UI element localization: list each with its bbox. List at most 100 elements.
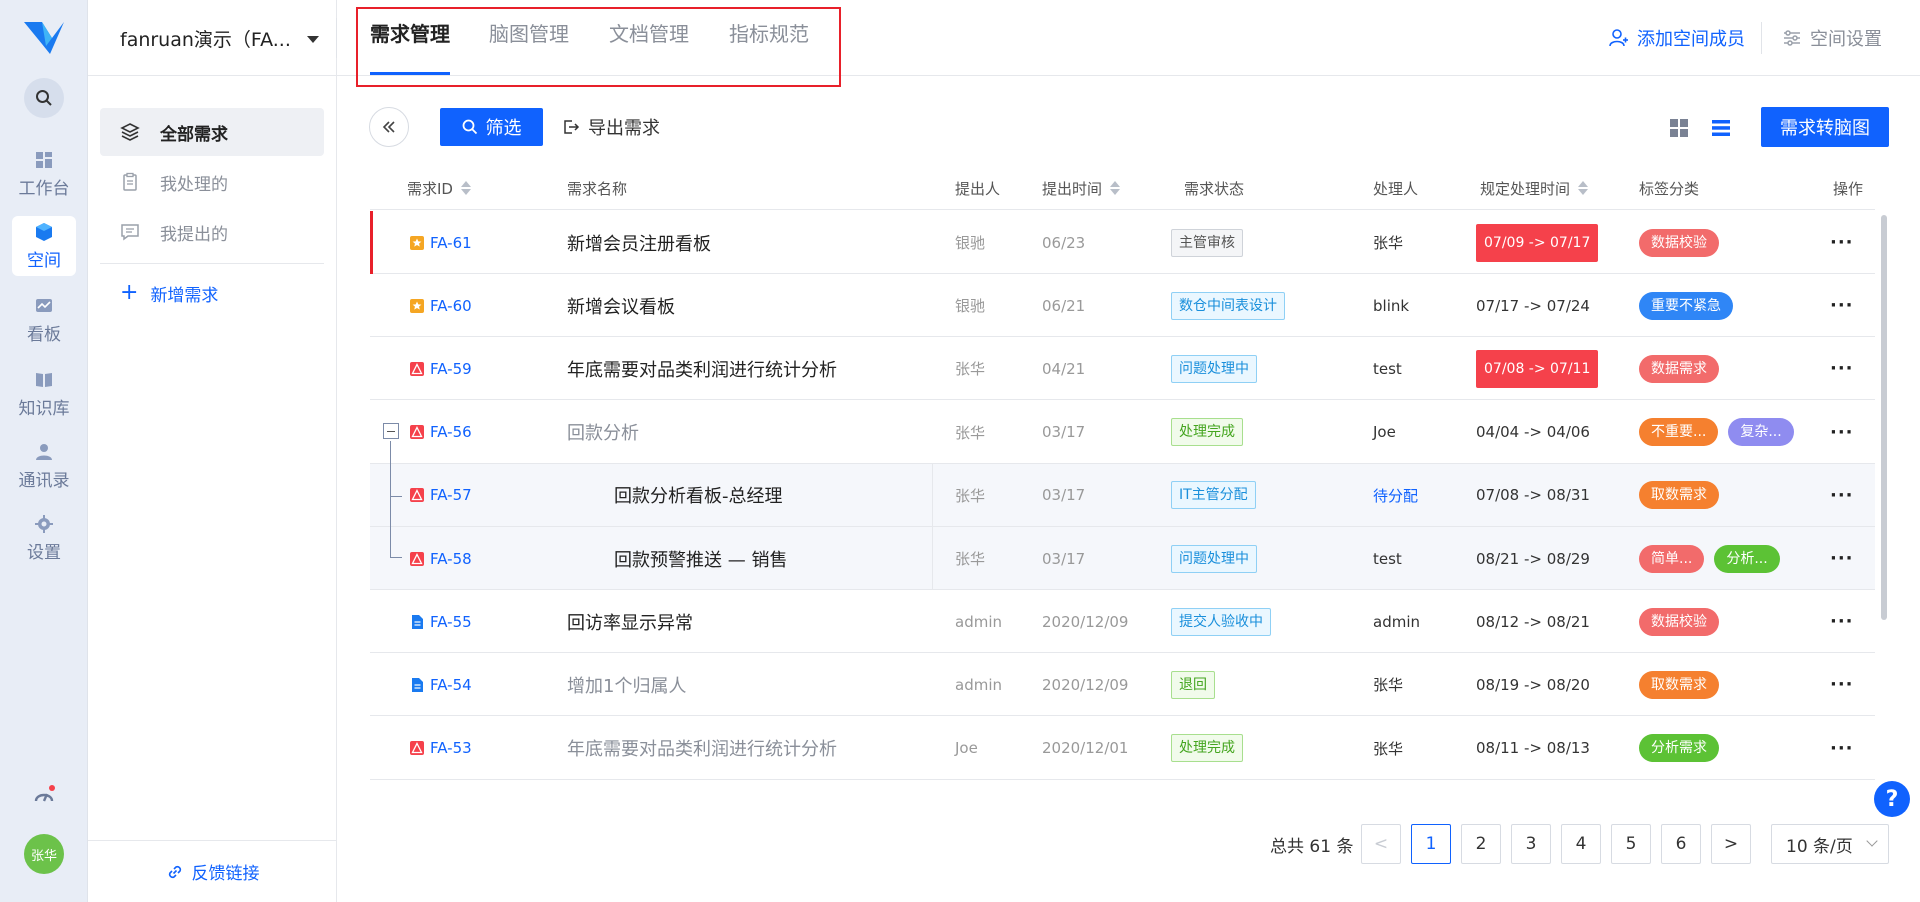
table-scrollbar[interactable]: [1881, 215, 1887, 620]
requirement-id[interactable]: FA-61: [410, 211, 472, 274]
rail-item-knowledge[interactable]: 知识库: [12, 364, 76, 424]
requirement-name[interactable]: 年底需要对品类利润进行统计分析: [567, 717, 837, 780]
add-requirement-button[interactable]: + 新增需求: [120, 278, 218, 308]
requirement-name[interactable]: 新增会员注册看板: [567, 211, 711, 274]
global-search-button[interactable]: [24, 78, 64, 118]
table-row[interactable]: FA-54 增加1个归属人 admin 2020/12/09 退回 张华 08/19 -> …: [370, 653, 1875, 717]
more-actions-button[interactable]: ···: [1830, 653, 1854, 716]
collapse-sidebar-button[interactable]: [369, 107, 409, 147]
more-actions-button[interactable]: ···: [1830, 337, 1854, 400]
more-actions-button[interactable]: ···: [1830, 590, 1854, 653]
space-selector[interactable]: fanruan演示（FA...: [88, 0, 337, 76]
requirement-id[interactable]: FA-58: [410, 527, 472, 590]
layers-icon: [120, 123, 140, 141]
sidebar-item-all-requirements[interactable]: 全部需求: [100, 108, 324, 156]
sidebar-item-my-submitted[interactable]: 我提出的: [100, 208, 324, 256]
tab-metrics[interactable]: 指标规范: [729, 18, 809, 58]
tag-badge[interactable]: 分析需求: [1639, 734, 1719, 763]
tag-badge[interactable]: 数据需求: [1639, 354, 1719, 383]
tag-badge[interactable]: 分析...: [1714, 544, 1780, 573]
column-header-id[interactable]: 需求ID: [407, 166, 471, 210]
tag-badge[interactable]: 数据校验: [1639, 228, 1719, 257]
requirement-name[interactable]: 增加1个归属人: [567, 653, 686, 716]
app-logo-icon[interactable]: [22, 18, 66, 58]
more-actions-button[interactable]: ···: [1830, 464, 1854, 527]
column-header-time[interactable]: 提出时间: [1042, 166, 1121, 210]
requirement-name[interactable]: 回款分析: [567, 401, 639, 464]
table-row[interactable]: FA-58 回款预警推送 — 销售 张华 03/17 问题处理中 test 08/21 ->…: [370, 527, 1875, 590]
page-button-3[interactable]: 3: [1511, 824, 1551, 864]
assistant-icon[interactable]: [30, 783, 58, 811]
table-row[interactable]: FA-53 年底需要对品类利润进行统计分析 Joe 2020/12/01 处理完成 张华 0…: [370, 717, 1875, 780]
more-actions-button[interactable]: ···: [1830, 527, 1854, 590]
requirement-id[interactable]: FA-56: [410, 401, 472, 464]
list-view-icon[interactable]: [1711, 118, 1731, 138]
requirement-name[interactable]: 年底需要对品类利润进行统计分析: [567, 337, 837, 400]
more-actions-button[interactable]: ···: [1830, 211, 1854, 274]
handler[interactable]: 待分配: [1373, 464, 1418, 527]
tag-badge[interactable]: 不重要...: [1639, 418, 1719, 447]
page-size-select[interactable]: 10 条/页: [1771, 824, 1889, 864]
requirement-id[interactable]: FA-53: [410, 717, 472, 780]
rail-item-space[interactable]: 空间: [12, 216, 76, 276]
page-button-5[interactable]: 5: [1611, 824, 1651, 864]
tab-requirements[interactable]: 需求管理: [370, 18, 450, 75]
sidebar-item-my-handled[interactable]: 我处理的: [100, 158, 324, 206]
convert-to-mindmap-button[interactable]: 需求转脑图: [1761, 107, 1889, 147]
tag-badge[interactable]: 取数需求: [1639, 670, 1719, 699]
export-button[interactable]: 导出需求: [562, 112, 660, 142]
tag-badge[interactable]: 简单...: [1639, 544, 1705, 573]
table-row[interactable]: FA-60 新增会议看板 银驰 06/21 数仓中间表设计 blink 07/17 -> 0…: [370, 274, 1875, 338]
requirement-name[interactable]: 回款分析看板-总经理: [614, 464, 783, 527]
page-button-2[interactable]: 2: [1461, 824, 1501, 864]
requirement-id-text: FA-53: [430, 739, 472, 758]
table-row[interactable]: FA-56 回款分析 张华 03/17 处理完成 Joe 04/04 -> 04/06 不重要…: [370, 401, 1875, 464]
add-member-button[interactable]: 添加空间成员: [1609, 22, 1745, 54]
sort-icon[interactable]: [1110, 180, 1121, 196]
filter-button[interactable]: 筛选: [440, 108, 543, 146]
tab-mindmap[interactable]: 脑图管理: [489, 18, 569, 58]
filter-label: 筛选: [485, 118, 522, 139]
page-button-6[interactable]: 6: [1661, 824, 1701, 864]
table-row[interactable]: FA-59 年底需要对品类利润进行统计分析 张华 04/21 问题处理中 test 07/0…: [370, 337, 1875, 401]
rail-item-workbench[interactable]: 工作台: [12, 144, 76, 204]
rail-item-board[interactable]: 看板: [12, 290, 76, 350]
prev-page-button[interactable]: <: [1361, 824, 1401, 864]
more-actions-button[interactable]: ···: [1830, 717, 1854, 780]
grid-view-icon[interactable]: [1669, 118, 1689, 138]
tag-badge[interactable]: 复杂...: [1728, 418, 1794, 447]
page-button-4[interactable]: 4: [1561, 824, 1601, 864]
submitter: 张华: [955, 550, 986, 568]
rail-item-contacts[interactable]: 通讯录: [12, 436, 76, 496]
table-row[interactable]: FA-55 回访率显示异常 admin 2020/12/09 提交人验收中 admin 08…: [370, 590, 1875, 654]
sort-icon[interactable]: [460, 180, 471, 196]
tab-documents[interactable]: 文档管理: [609, 18, 689, 58]
requirement-id[interactable]: FA-59: [410, 337, 472, 400]
requirement-name[interactable]: 新增会议看板: [567, 274, 675, 337]
handler: 张华: [1373, 234, 1404, 252]
requirement-id[interactable]: FA-57: [410, 464, 472, 527]
page-button-1[interactable]: 1: [1411, 824, 1451, 864]
tag-badge[interactable]: 取数需求: [1639, 481, 1719, 510]
requirement-name[interactable]: 回访率显示异常: [567, 590, 693, 653]
table-row[interactable]: FA-61 新增会员注册看板 银驰 06/23 主管审核 张华 07/09 -> 07/17…: [370, 211, 1875, 274]
user-avatar[interactable]: 张华: [24, 834, 64, 874]
column-header-deadline[interactable]: 规定处理时间: [1480, 166, 1589, 210]
feedback-link[interactable]: 反馈链接: [88, 840, 337, 902]
requirement-name[interactable]: 回款预警推送 — 销售: [614, 527, 787, 590]
help-button[interactable]: ?: [1874, 781, 1910, 817]
tag-badge[interactable]: 重要不紧急: [1639, 291, 1733, 320]
table-row[interactable]: FA-57 回款分析看板-总经理 张华 03/17 IT主管分配 待分配 07/08 -> …: [370, 463, 1875, 527]
more-actions-button[interactable]: ···: [1830, 401, 1854, 464]
requirement-id[interactable]: FA-55: [410, 590, 472, 653]
tag-badge[interactable]: 数据校验: [1639, 607, 1719, 636]
more-actions-button[interactable]: ···: [1830, 274, 1854, 337]
space-settings-button[interactable]: 空间设置: [1782, 22, 1882, 54]
rail-item-settings[interactable]: 设置: [12, 508, 76, 568]
sidebar-item-label: 我处理的: [160, 174, 228, 195]
collapse-tree-toggle[interactable]: [383, 423, 399, 439]
next-page-button[interactable]: >: [1711, 824, 1751, 864]
sort-icon[interactable]: [1578, 180, 1589, 196]
requirement-id[interactable]: FA-54: [410, 653, 472, 716]
requirement-id[interactable]: FA-60: [410, 274, 472, 337]
